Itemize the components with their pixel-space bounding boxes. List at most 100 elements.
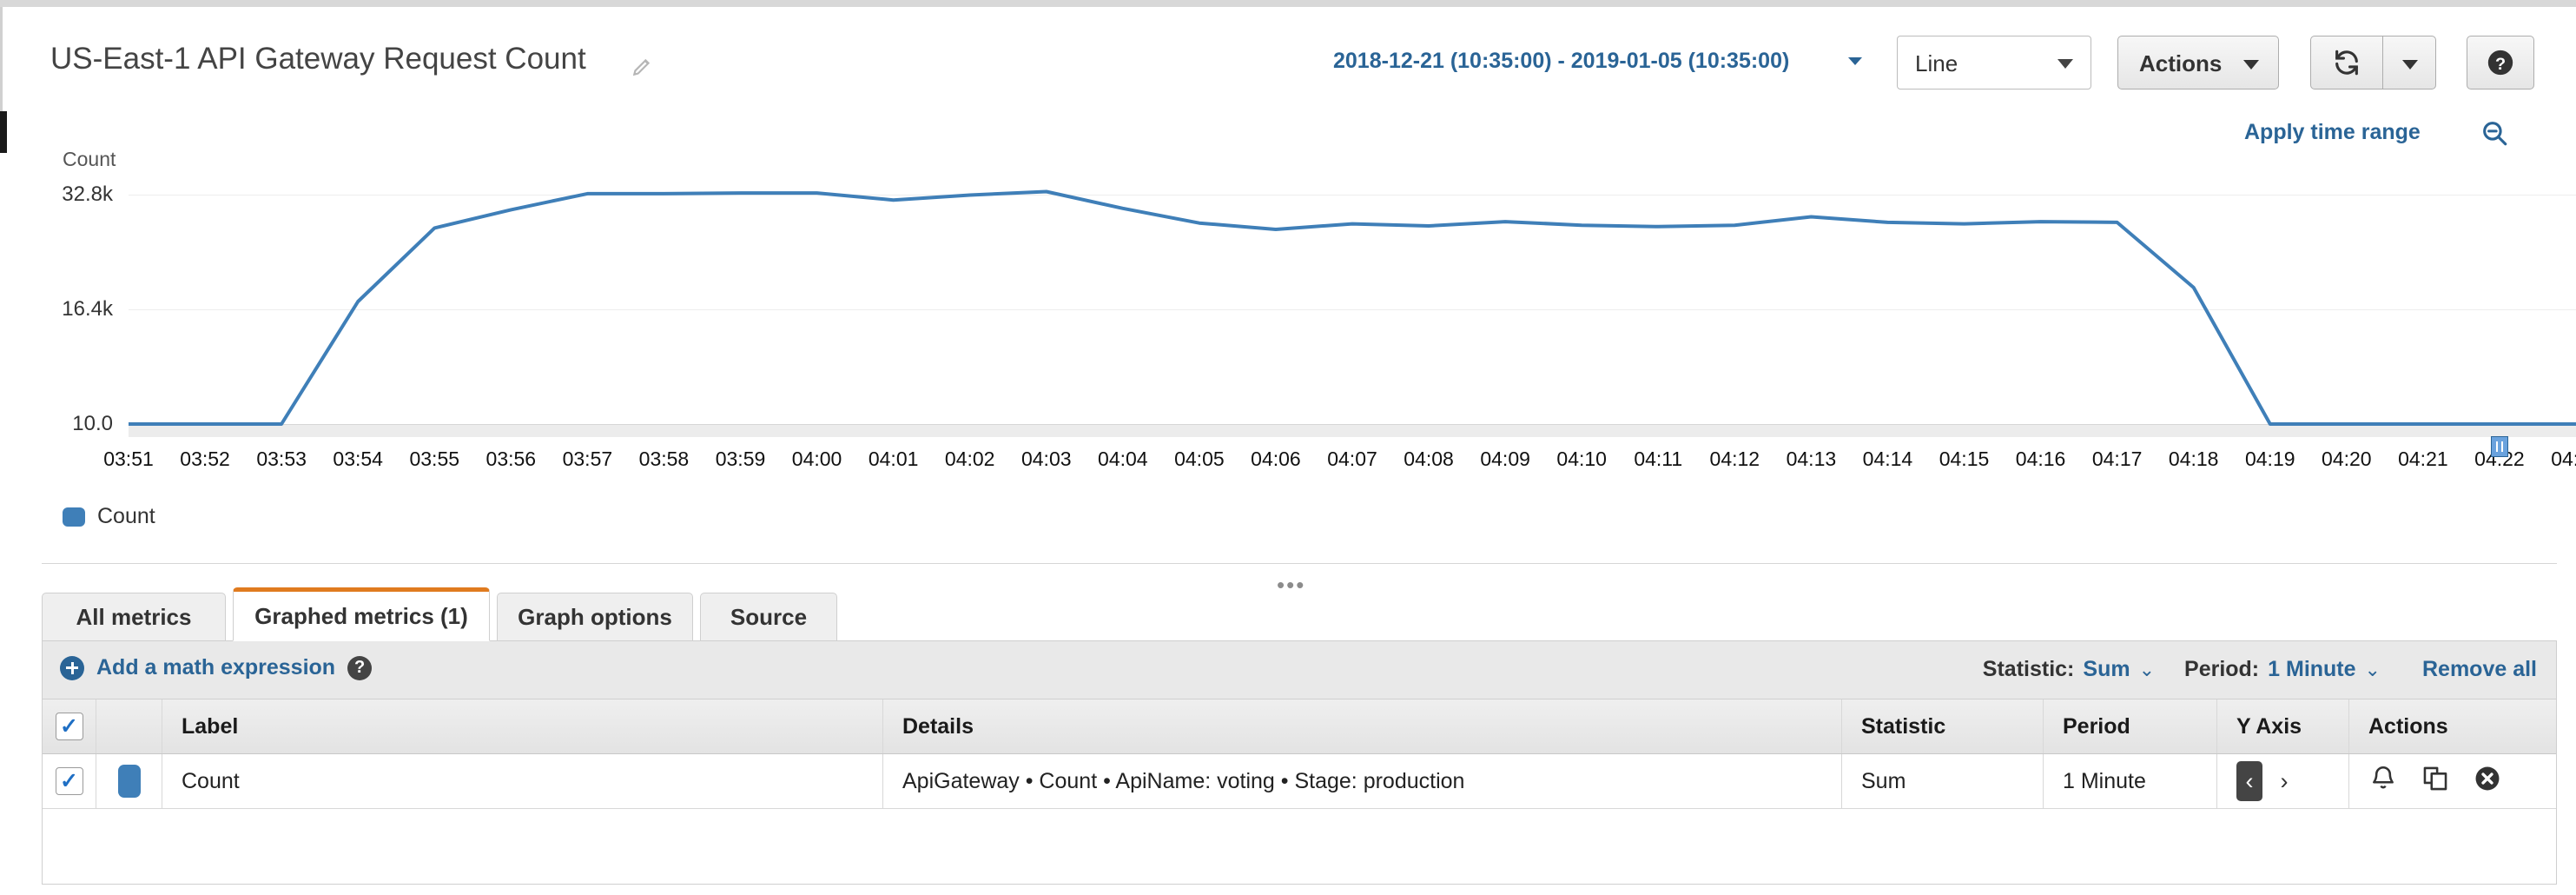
cloudwatch-metrics-page: US-East-1 API Gateway Request Count 2018… <box>0 0 2576 895</box>
yaxis-column-header: Y Axis <box>2217 699 2349 753</box>
label-column-header: Label <box>162 699 883 753</box>
time-range-selector[interactable]: 2018-12-21 (10:35:00) - 2019-01-05 (10:3… <box>1333 49 1789 74</box>
period-column-header: Period <box>2044 699 2217 753</box>
top-strip <box>0 0 2576 7</box>
y-axis-tick: 10.0 <box>72 412 113 435</box>
remove-all-button[interactable]: Remove all <box>2422 657 2537 682</box>
select-all-cell: ✓ <box>43 699 96 753</box>
statistic-value[interactable]: Sum <box>2083 657 2130 682</box>
row-yaxis-cell: ‹ › <box>2217 754 2349 808</box>
tab-all-metrics[interactable]: All metrics <box>42 593 226 641</box>
check-icon: ✓ <box>60 713 78 739</box>
x-axis-tick: 04:17 <box>2091 448 2143 470</box>
row-details: ApiGateway • Count • ApiName: voting • S… <box>883 754 1842 808</box>
actions-button[interactable]: Actions <box>2117 36 2279 90</box>
x-axis-tick: 03:54 <box>333 448 383 470</box>
x-axis-tick: 04:21 <box>2398 448 2448 470</box>
color-column-header <box>96 699 162 753</box>
duplicate-icon[interactable] <box>2421 764 2450 799</box>
graph-header: US-East-1 API Gateway Request Count 2018… <box>0 7 2576 104</box>
actions-button-label: Actions <box>2139 50 2223 76</box>
yaxis-toggle: ‹ › <box>2236 761 2297 801</box>
x-axis-tick: 04:15 <box>1939 448 1990 470</box>
tab-graphed-metrics-1[interactable]: Graphed metrics (1) <box>233 587 490 641</box>
chevron-down-icon <box>2057 59 2073 69</box>
chevron-down-icon <box>2402 60 2418 70</box>
refresh-button[interactable] <box>2310 36 2383 90</box>
x-axis-tick: 03:56 <box>485 448 537 470</box>
y-axis-title: Count <box>63 148 116 170</box>
x-axis-tick: 04:02 <box>944 448 995 470</box>
row-select-cell: ✓ <box>43 754 96 808</box>
section-divider <box>42 563 2557 564</box>
add-math-expression-label: Add a math expression <box>96 655 336 680</box>
tab-label: Graphed metrics (1) <box>254 602 468 629</box>
period-value[interactable]: 1 Minute <box>2268 657 2355 682</box>
yaxis-left-button[interactable]: ‹ <box>2236 761 2262 801</box>
plus-icon <box>60 655 84 680</box>
statistic-chevron-down-icon[interactable]: ⌄ <box>2139 659 2155 681</box>
x-axis-tick: 04:04 <box>1098 448 1148 470</box>
check-icon: ✓ <box>60 768 78 793</box>
statistic-label: Statistic: <box>1982 657 2075 681</box>
y-axis-tick: 32.8k <box>62 182 113 206</box>
row-action-icons <box>2368 764 2502 799</box>
help-icon[interactable]: ? <box>347 655 373 680</box>
x-axis-tick: 04:14 <box>1862 448 1913 470</box>
refresh-options-button[interactable] <box>2382 36 2436 90</box>
x-axis-tick: 03:58 <box>638 448 690 470</box>
chart-legend: Count <box>63 504 155 529</box>
table-row: ✓ Count ApiGateway • Count • ApiName: vo… <box>43 754 2556 809</box>
add-math-expression-button[interactable]: Add a math expression ? <box>60 655 373 680</box>
help-button[interactable]: ? <box>2467 36 2534 90</box>
series-color-swatch[interactable] <box>117 765 141 798</box>
y-axis-tick: 16.4k <box>62 297 113 321</box>
row-label[interactable]: Count <box>162 754 883 808</box>
graphed-metrics-table: ✓ Label Details Statistic Period Y Axis … <box>43 699 2556 809</box>
tab-label: All metrics <box>76 603 192 630</box>
x-axis-tick: 04:19 <box>2244 448 2295 470</box>
chart-plot-line <box>129 189 2576 426</box>
x-axis-tick: 04:06 <box>1251 448 1301 470</box>
x-axis-tick: 04:05 <box>1174 448 1225 470</box>
refresh-icon <box>2311 36 2382 89</box>
row-statistic[interactable]: Sum <box>1842 754 2044 808</box>
svg-text:?: ? <box>2495 55 2506 74</box>
x-axis-tick: 04:00 <box>791 448 842 470</box>
tab-graph-options[interactable]: Graph options <box>497 593 693 641</box>
legend-item-label[interactable]: Count <box>97 504 155 529</box>
x-axis-tick: 04:13 <box>1786 448 1837 470</box>
x-axis-tick: 03:51 <box>103 448 154 470</box>
x-axis-tick: 04:18 <box>2168 448 2219 470</box>
x-axis-tick: 03:55 <box>409 448 460 470</box>
question-mark-icon: ? <box>2467 36 2533 89</box>
panel-resize-grip[interactable]: ••• <box>1277 572 1305 599</box>
period-chevron-down-icon[interactable]: ⌄ <box>2365 659 2381 681</box>
yaxis-right-button[interactable]: › <box>2271 761 2297 801</box>
x-axis-tick: 03:57 <box>562 448 613 470</box>
pencil-icon[interactable] <box>631 56 653 78</box>
x-axis-tick: 04:12 <box>1709 448 1760 470</box>
metrics-chart: Count 32.8k 16.4k 10.0 03:51 03:52 03:53 03:5… <box>0 130 2576 504</box>
statistic-column-header: Statistic <box>1842 699 2044 753</box>
alarm-bell-icon[interactable] <box>2368 764 2398 799</box>
x-axis-tick: 04:08 <box>1404 448 1454 470</box>
x-axis-tick: 04:11 <box>1634 448 1683 470</box>
time-range-caret-icon[interactable] <box>1848 57 1862 65</box>
remove-icon[interactable] <box>2473 764 2502 799</box>
x-axis-tick: 04:20 <box>2322 448 2372 470</box>
x-axis-tick: 04:16 <box>2015 448 2066 470</box>
row-checkbox[interactable]: ✓ <box>55 767 83 795</box>
x-axis-range-handle[interactable] <box>2490 436 2508 457</box>
actions-column-header: Actions <box>2368 713 2448 739</box>
x-axis-tick: 03:52 <box>180 448 230 470</box>
graphed-metrics-panel: Add a math expression ? Statistic: Sum ⌄… <box>42 641 2557 885</box>
select-all-checkbox[interactable]: ✓ <box>55 713 83 740</box>
tab-label: Graph options <box>518 603 672 630</box>
row-period[interactable]: 1 Minute <box>2044 754 2217 808</box>
x-axis-tick: 04:07 <box>1327 448 1377 470</box>
legend-color-swatch <box>63 507 85 527</box>
tab-source[interactable]: Source <box>700 593 837 641</box>
graph-type-select[interactable]: Line <box>1897 36 2091 90</box>
x-axis-tick: 04:03 <box>1020 448 1072 470</box>
